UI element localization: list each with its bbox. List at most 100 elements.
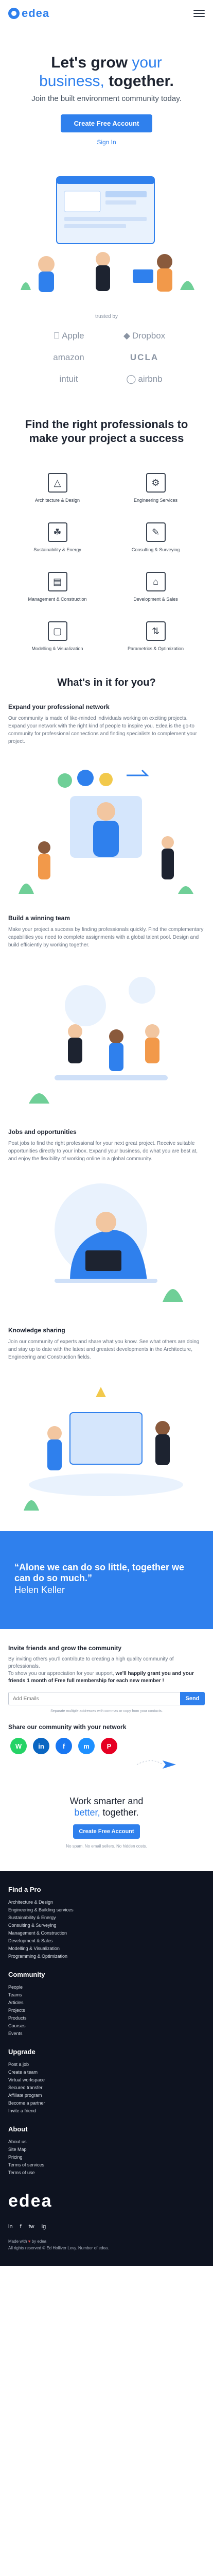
pinterest-icon[interactable]: P [101,1738,117,1754]
invite-body: By inviting others you'll contribute to … [8,1656,194,1684]
footer-link[interactable]: Post a job [8,2061,205,2069]
work-note: No spam. No email sellers. No hidden cos… [66,1844,147,1849]
share-title: Share our community with your network [8,1723,127,1731]
paper-plane-illustration [8,1754,205,1775]
invite-section: Invite friends and grow the community By… [0,1629,213,1713]
sign-in-link[interactable]: Sign In [10,139,203,146]
hero-subtitle: Join the built environment community tod… [31,94,182,103]
facebook-icon[interactable]: f [56,1738,72,1754]
footer-link[interactable]: Terms of services [8,2161,205,2169]
top-bar: edea [0,0,213,27]
category-architecture[interactable]: △ Architecture & Design [8,473,106,503]
apple-logo:  Apple [53,331,84,341]
twitter-icon[interactable]: tw [29,2224,34,2230]
engineering-icon: ⚙ [146,473,166,493]
invite-title: Invite friends and grow the community [8,1645,122,1652]
feature-knowledge: Knowledge sharing Join our community of … [8,1327,200,1360]
footer-section-title: Find a Pro [8,1886,41,1893]
work-title: Work smarter and better, together. [69,1796,144,1818]
footer-link[interactable]: Pricing [8,2154,205,2161]
footer-link[interactable]: About us [8,2138,205,2146]
share-buttons: W in f m P [8,1738,205,1754]
brand-logos:  Apple ◆ Dropbox amazon UCLA intuit ◯ a… [0,319,213,384]
create-account-button[interactable]: Create Free Account [61,114,152,132]
category-parametrics[interactable]: ⇅ Parametrics & Optimization [106,621,205,651]
whats-in-it-section: What's in it for you? [0,651,213,689]
footer-link[interactable]: Virtual workspace [8,2076,205,2084]
footer: Find a Pro Architecture & Design Enginee… [0,1871,213,2266]
invite-note: Separate multiple addresses with commas … [50,1709,163,1713]
footer-link[interactable]: Site Map [8,2146,205,2154]
knowledge-illustration [8,1371,205,1521]
hamburger-icon[interactable] [193,10,205,17]
invite-email-input[interactable] [8,1692,180,1705]
category-consulting[interactable]: ✎ Consulting & Surveying [106,522,205,552]
consulting-icon: ✎ [146,522,166,542]
find-title: Find the right professionals to make you… [25,418,188,445]
team-illustration [8,959,205,1114]
feature-team: Build a winning team Make your project a… [8,914,204,948]
hero-section: Let's grow your business, together. Join… [0,27,213,151]
facebook-icon[interactable]: f [20,2224,22,2230]
footer-link[interactable]: Products [8,2014,205,2022]
invite-form: Send [8,1692,205,1705]
instagram-icon[interactable]: ig [42,2224,46,2230]
footer-logo[interactable]: edea [8,2191,205,2211]
architecture-icon: △ [47,473,67,493]
footer-links-community: People Teams Articles Projects Products … [8,1984,205,2038]
send-invite-button[interactable]: Send [180,1692,205,1705]
category-engineering[interactable]: ⚙ Engineering Services [106,473,205,503]
footer-section-title: About [8,2125,28,2133]
quote-text: “Alone we can do so little, together we … [14,1562,185,1583]
footer-link[interactable]: Architecture & Design [8,1899,205,1906]
quote-band: “Alone we can do so little, together we … [0,1531,213,1629]
footer-link[interactable]: Development & Sales [8,1937,205,1945]
feature-network: Expand your professional network Our com… [8,703,197,744]
footer-link[interactable]: People [8,1984,205,1991]
logo-mark-icon [8,8,20,19]
find-professionals-section: Find the right professionals to make you… [0,384,213,445]
parametrics-icon: ⇅ [146,621,166,641]
share-section: Share our community with your network W … [0,1713,213,1754]
footer-link[interactable]: Create a team [8,2069,205,2076]
footer-links-upgrade: Post a job Create a team Virtual workspa… [8,2061,205,2115]
footer-link[interactable]: Consulting & Surveying [8,1922,205,1929]
footer-link[interactable]: Affiliate program [8,2092,205,2099]
footer-social: in f tw ig [8,2224,205,2230]
feature-jobs: Jobs and opportunities Post jobs to find… [8,1128,198,1162]
hero-illustration [10,161,203,295]
footer-link[interactable]: Become a partner [8,2099,205,2107]
footer-link[interactable]: Management & Construction [8,1929,205,1937]
linkedin-icon[interactable]: in [33,1738,49,1754]
footer-link[interactable]: Events [8,2030,205,2038]
footer-link[interactable]: Programming & Optimization [8,1953,205,1960]
create-account-bottom-button[interactable]: Create Free Account [73,1824,140,1839]
footer-link[interactable]: Engineering & Building services [8,1906,205,1914]
footer-link[interactable]: Sustainability & Energy [8,1914,205,1922]
category-development[interactable]: ⌂ Development & Sales [106,572,205,602]
category-sustainability[interactable]: ☘ Sustainability & Energy [8,522,106,552]
footer-link[interactable]: Secured transfer [8,2084,205,2092]
dropbox-logo: ◆ Dropbox [123,331,166,341]
amazon-logo: amazon [53,352,84,362]
whatsapp-icon[interactable]: W [10,1738,27,1754]
whats-title: What's in it for you? [57,677,156,688]
footer-section-title: Upgrade [8,2048,36,2056]
footer-link[interactable]: Invite a friend [8,2107,205,2115]
footer-link[interactable]: Projects [8,2007,205,2014]
linkedin-icon[interactable]: in [8,2224,13,2230]
category-modelling[interactable]: ▢ Modelling & Visualization [8,621,106,651]
footer-link[interactable]: Terms of use [8,2169,205,2177]
footer-link[interactable]: Articles [8,1999,205,2007]
footer-link[interactable]: Modelling & Visualization [8,1945,205,1953]
footer-link[interactable]: Courses [8,2022,205,2030]
category-construction[interactable]: ▤ Management & Construction [8,572,106,602]
footer-copyright: All rights reserved © Ed Holliver Levy. … [8,2246,109,2250]
work-smarter-section: Work smarter and better, together. Creat… [0,1775,213,1849]
messenger-icon[interactable]: m [78,1738,95,1754]
footer-links-about: About us Site Map Pricing Terms of servi… [8,2138,205,2177]
edea-logo[interactable]: edea [8,7,49,20]
footer-link[interactable]: Teams [8,1991,205,1999]
construction-icon: ▤ [47,572,67,591]
modelling-icon: ▢ [47,621,67,641]
